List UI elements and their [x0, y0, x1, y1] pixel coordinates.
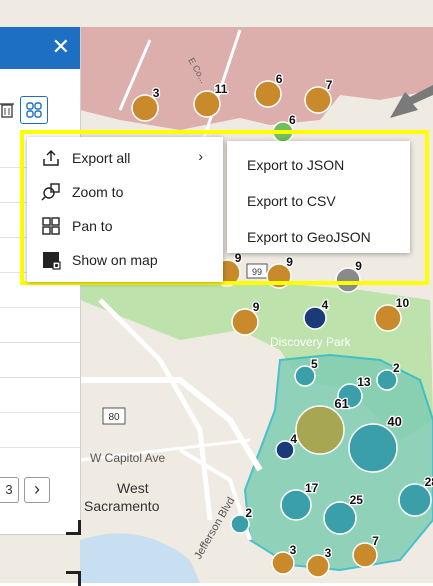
map-marker-count: 6	[276, 72, 283, 86]
map-marker-count: 25	[350, 493, 364, 507]
menu-item-label: Show on map	[72, 252, 158, 268]
chevron-right-icon: ›	[198, 148, 203, 164]
street-label-capitol: W Capitol Ave	[90, 451, 165, 465]
page-number-button[interactable]: 3	[0, 477, 19, 503]
map-marker-count: 5	[311, 357, 318, 371]
panel-resize-handle[interactable]	[66, 520, 81, 535]
city-label-sacramento: Sacramento	[84, 498, 160, 514]
menu-item-export-geojson[interactable]: Export to GeoJSON	[227, 217, 410, 253]
menu-item-label: Pan to	[72, 218, 113, 234]
zoom-to-icon	[41, 183, 60, 201]
delete-icon[interactable]	[0, 99, 16, 121]
submenu-item-label: Export to JSON	[247, 157, 345, 173]
menu-item-show-on-map[interactable]: Show on map	[27, 243, 223, 277]
menu-item-label: Export all	[72, 150, 131, 166]
map-marker-count: 6	[289, 113, 296, 127]
map-marker-count: 3	[153, 86, 160, 100]
menu-item-export-csv[interactable]: Export to CSV	[227, 181, 410, 217]
table-row-divider	[0, 412, 80, 413]
menu-item-export-all[interactable]: Export all ›	[27, 141, 223, 175]
export-submenu: Export to JSON Export to CSV Export to G…	[227, 141, 410, 253]
map-marker-count: 3	[290, 543, 297, 557]
next-page-button[interactable]: ›	[24, 477, 50, 503]
highway-80-shield: 80	[102, 407, 126, 425]
map-marker-count: 13	[357, 375, 371, 389]
map-marker-count: 7	[326, 78, 333, 92]
show-on-map-icon	[43, 252, 61, 270]
panel-corner-mark	[66, 571, 81, 586]
map-marker-count: 11	[215, 82, 228, 96]
table-row-divider	[0, 447, 80, 448]
menu-item-export-json[interactable]: Export to JSON	[227, 145, 410, 181]
city-label-west: West	[117, 480, 149, 496]
menu-item-pan-to[interactable]: Pan to	[27, 209, 223, 243]
map-marker-count: 17	[305, 481, 319, 495]
map-marker[interactable]	[348, 423, 398, 473]
close-icon[interactable]: ✕	[52, 34, 70, 60]
map-marker-count: 7	[372, 534, 379, 548]
submenu-item-label: Export to CSV	[247, 193, 336, 209]
park-label-discovery: Discovery Park	[270, 335, 352, 349]
map-marker-count: 2	[393, 361, 400, 375]
table-row-divider	[0, 377, 80, 378]
table-row-divider	[0, 307, 80, 308]
map-marker[interactable]	[295, 405, 345, 455]
map-marker-count: 9	[253, 300, 260, 314]
map-marker-count: 4	[322, 298, 329, 312]
menu-item-zoom-to[interactable]: Zoom to	[27, 175, 223, 209]
options-menu: Export all › Zoom to Pan to Show on map	[27, 137, 223, 282]
map-marker-count: 61	[334, 396, 348, 411]
highway-80-label: 80	[108, 412, 120, 423]
map-marker-count: 4	[290, 432, 297, 446]
map-marker-count: 10	[396, 296, 410, 310]
map-marker-count: 3	[325, 546, 332, 560]
menu-item-label: Zoom to	[72, 184, 124, 200]
submenu-item-label: Export to GeoJSON	[247, 229, 371, 245]
pan-to-icon	[42, 217, 60, 235]
export-icon	[43, 149, 59, 166]
options-menu-button[interactable]	[20, 96, 48, 124]
map-marker-count: 28	[425, 475, 433, 489]
map-marker-count: 40	[387, 414, 401, 429]
grid-options-icon	[26, 102, 42, 118]
table-row-divider	[0, 342, 80, 343]
panel-header: ✕	[0, 27, 80, 69]
map-marker-count: 2	[245, 506, 252, 520]
